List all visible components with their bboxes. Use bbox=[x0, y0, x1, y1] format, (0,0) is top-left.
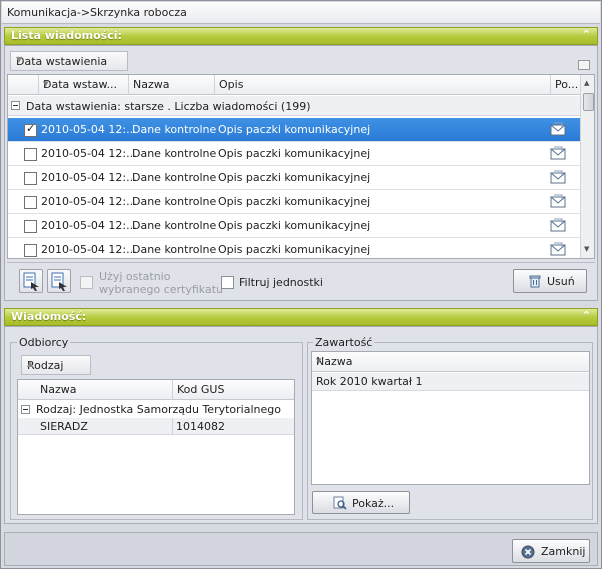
recipient-row[interactable]: SIERADZ 1014082 bbox=[18, 418, 294, 435]
list-toolbar: Użyj ostatnio wybranego certyfikatu Filt… bbox=[7, 262, 595, 298]
messages-grid: Data wstaw... ▼ Nazwa Opis Po... Data ws… bbox=[7, 74, 595, 259]
recipients-title: Odbiorcy bbox=[17, 336, 71, 349]
breadcrumb: Komunikacja->Skrzynka robocza bbox=[7, 6, 187, 19]
collapse-message-icon[interactable]: ⌃ bbox=[582, 309, 591, 322]
use-last-cert-label-1: Użyj ostatnio bbox=[99, 270, 171, 283]
row-name: Dane kontrolne bbox=[132, 219, 217, 232]
message-panel-body: Odbiorcy Rodzaj ▲ Nazwa Kod GUS Rodzaj: … bbox=[4, 326, 598, 524]
sort-down-icon: ▼ bbox=[43, 80, 49, 88]
envelope-icon[interactable] bbox=[550, 242, 566, 256]
row-checkbox[interactable] bbox=[24, 148, 37, 161]
magnifier-icon bbox=[333, 496, 347, 510]
close-icon bbox=[521, 545, 535, 559]
scroll-down-icon[interactable]: ▼ bbox=[584, 245, 589, 253]
row-date: 2010-05-04 12:... bbox=[41, 147, 137, 160]
delete-button[interactable]: Usuń bbox=[513, 269, 587, 293]
row-name: Dane kontrolne bbox=[132, 123, 217, 136]
row-desc: Opis paczki komunikacyjnej bbox=[218, 123, 371, 136]
col-header-gus-code[interactable]: Kod GUS bbox=[172, 380, 294, 400]
trash-icon bbox=[529, 275, 541, 288]
use-last-cert-checkbox[interactable] bbox=[80, 276, 93, 289]
message-panel-header[interactable]: Wiadomość: ⌃ bbox=[4, 308, 598, 326]
content-grid: Nazwa ▼ Rok 2010 kwartał 1 bbox=[311, 351, 590, 485]
message-row[interactable]: 2010-05-04 12:...Dane kontrolneOpis pacz… bbox=[8, 238, 580, 258]
footer-bar: Zamknij bbox=[4, 532, 598, 566]
message-row[interactable]: 2010-05-04 12:...Dane kontrolneOpis pacz… bbox=[8, 214, 580, 238]
main-window: Komunikacja->Skrzynka robocza Lista wiad… bbox=[0, 0, 602, 569]
certificate-arrow-icon bbox=[51, 272, 67, 291]
select-cert-alt-button[interactable] bbox=[47, 269, 71, 293]
col-header-date[interactable]: Data wstaw... ▼ bbox=[38, 75, 128, 95]
list-panel-header[interactable]: Lista wiadomości: ⌃ bbox=[4, 27, 598, 45]
envelope-icon[interactable] bbox=[550, 194, 566, 208]
list-panel-body: Data wstawienia ▼ Data wstaw... ▼ Nazwa … bbox=[4, 45, 598, 301]
envelope-icon[interactable] bbox=[550, 218, 566, 232]
scroll-thumb[interactable] bbox=[583, 93, 594, 111]
row-date: 2010-05-04 12:... bbox=[41, 123, 137, 136]
collapse-recipients-group-icon[interactable] bbox=[21, 405, 30, 414]
row-date: 2010-05-04 12:... bbox=[41, 195, 137, 208]
select-cert-button[interactable] bbox=[19, 269, 43, 293]
filter-units-label: Filtruj jednostki bbox=[239, 276, 323, 289]
row-desc: Opis paczki komunikacyjnej bbox=[218, 243, 371, 256]
scroll-up-icon[interactable]: ▲ bbox=[584, 79, 589, 87]
group-row[interactable]: Data wstawienia: starsze . Liczba wiadom… bbox=[8, 96, 580, 116]
collapse-list-icon[interactable]: ⌃ bbox=[582, 28, 591, 41]
messages-grid-header: Data wstaw... ▼ Nazwa Opis Po... bbox=[8, 75, 580, 95]
message-row[interactable]: 2010-05-04 12:...Dane kontrolneOpis pacz… bbox=[8, 142, 580, 166]
recipients-grid: Nazwa Kod GUS Rodzaj: Jednostka Samorząd… bbox=[17, 379, 295, 515]
show-button[interactable]: Pokaż... bbox=[312, 491, 410, 514]
certificate-icon bbox=[23, 272, 39, 291]
col-header-name[interactable]: Nazwa bbox=[128, 75, 214, 95]
messages-scrollbar[interactable]: ▲ ▼ bbox=[580, 75, 594, 258]
row-name: Dane kontrolne bbox=[132, 243, 217, 256]
col-header-desc[interactable]: Opis bbox=[214, 75, 550, 95]
sort-up-icon: ▲ bbox=[27, 359, 34, 368]
message-row[interactable]: 2010-05-04 12:...Dane kontrolneOpis pacz… bbox=[8, 190, 580, 214]
column-chooser-icon[interactable] bbox=[578, 60, 590, 70]
row-name: Dane kontrolne bbox=[132, 171, 217, 184]
use-last-cert-label-2: wybranego certyfikatu bbox=[99, 283, 223, 296]
col-header-po[interactable]: Po... bbox=[550, 75, 580, 95]
row-date: 2010-05-04 12:... bbox=[41, 171, 137, 184]
row-checkbox[interactable] bbox=[24, 244, 37, 257]
row-name: Dane kontrolne bbox=[132, 147, 217, 160]
collapse-group-icon[interactable] bbox=[11, 101, 20, 110]
col-header-recipient-name[interactable]: Nazwa bbox=[18, 380, 172, 400]
envelope-icon[interactable] bbox=[550, 170, 566, 184]
row-desc: Opis paczki komunikacyjnej bbox=[218, 195, 371, 208]
close-button[interactable]: Zamknij bbox=[512, 539, 590, 563]
row-checkbox[interactable] bbox=[24, 172, 37, 185]
message-panel-title: Wiadomość: bbox=[11, 310, 87, 323]
filter-units-checkbox[interactable] bbox=[221, 276, 234, 289]
sort-down-icon: ▼ bbox=[316, 357, 322, 365]
row-date: 2010-05-04 12:... bbox=[41, 219, 137, 232]
row-desc: Opis paczki komunikacyjnej bbox=[218, 147, 371, 160]
group-by-combo[interactable]: Data wstawienia ▼ bbox=[10, 51, 128, 71]
list-panel-title: Lista wiadomości: bbox=[11, 29, 122, 42]
content-title: Zawartość bbox=[313, 336, 375, 349]
breadcrumb-bar: Komunikacja->Skrzynka robocza bbox=[2, 2, 600, 24]
recipients-group-combo[interactable]: Rodzaj ▲ bbox=[21, 355, 91, 375]
row-desc: Opis paczki komunikacyjnej bbox=[218, 171, 371, 184]
envelope-icon[interactable] bbox=[550, 122, 566, 136]
envelope-icon[interactable] bbox=[550, 146, 566, 160]
content-row[interactable]: Rok 2010 kwartał 1 bbox=[312, 373, 589, 391]
col-header-content-name[interactable]: Nazwa ▼ bbox=[312, 352, 589, 372]
row-checkbox[interactable] bbox=[24, 122, 37, 137]
row-desc: Opis paczki komunikacyjnej bbox=[218, 219, 371, 232]
row-date: 2010-05-04 12:... bbox=[41, 243, 137, 256]
row-checkbox[interactable] bbox=[24, 196, 37, 209]
chevron-down-icon: ▼ bbox=[16, 55, 23, 64]
row-name: Dane kontrolne bbox=[132, 195, 217, 208]
message-row[interactable]: 2010-05-04 12:...Dane kontrolneOpis pacz… bbox=[8, 166, 580, 190]
recipients-group-row[interactable]: Rodzaj: Jednostka Samorządu Terytorialne… bbox=[18, 401, 294, 418]
row-checkbox[interactable] bbox=[24, 220, 37, 233]
message-row[interactable]: 2010-05-04 12:...Dane kontrolneOpis pacz… bbox=[8, 118, 580, 142]
